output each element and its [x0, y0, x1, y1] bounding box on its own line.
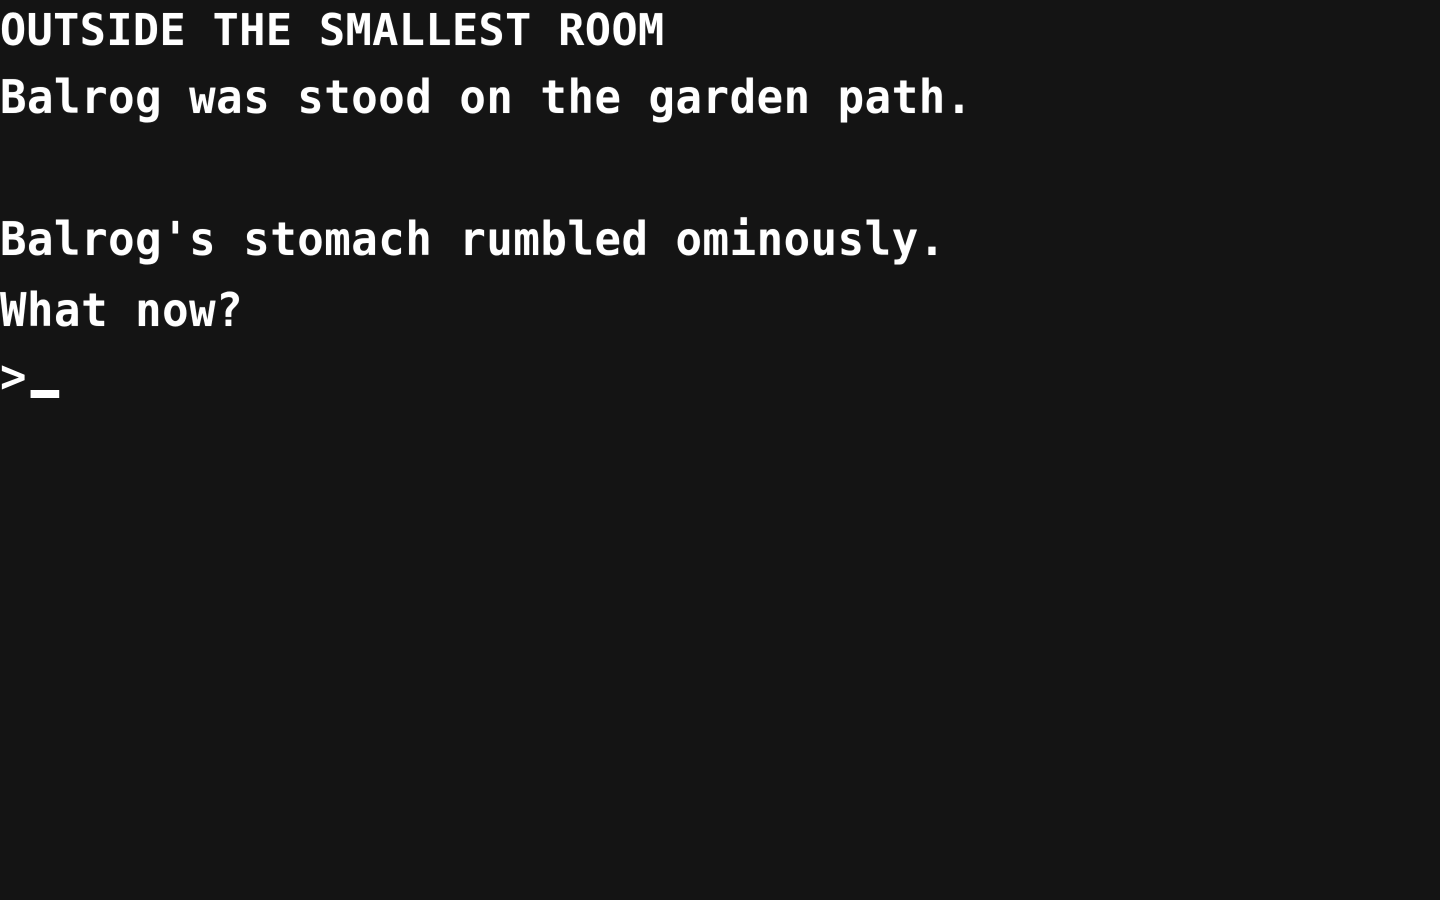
command-prompt[interactable]: > — [0, 346, 1375, 406]
narration-line-2: Balrog's stomach rumbled ominously. — [0, 212, 946, 266]
location-title: OUTSIDE THE SMALLEST ROOM — [0, 5, 665, 56]
text-console: OUTSIDE THE SMALLEST ROOM Balrog was sto… — [0, 0, 1440, 406]
narration-line-1: Balrog was stood on the garden path. — [0, 70, 973, 124]
prompt-question: What now? — [0, 283, 244, 337]
prompt-symbol: > — [0, 349, 27, 403]
text-cursor — [30, 390, 59, 398]
game-screen: OUTSIDE THE SMALLEST ROOM Balrog was sto… — [0, 0, 1440, 900]
